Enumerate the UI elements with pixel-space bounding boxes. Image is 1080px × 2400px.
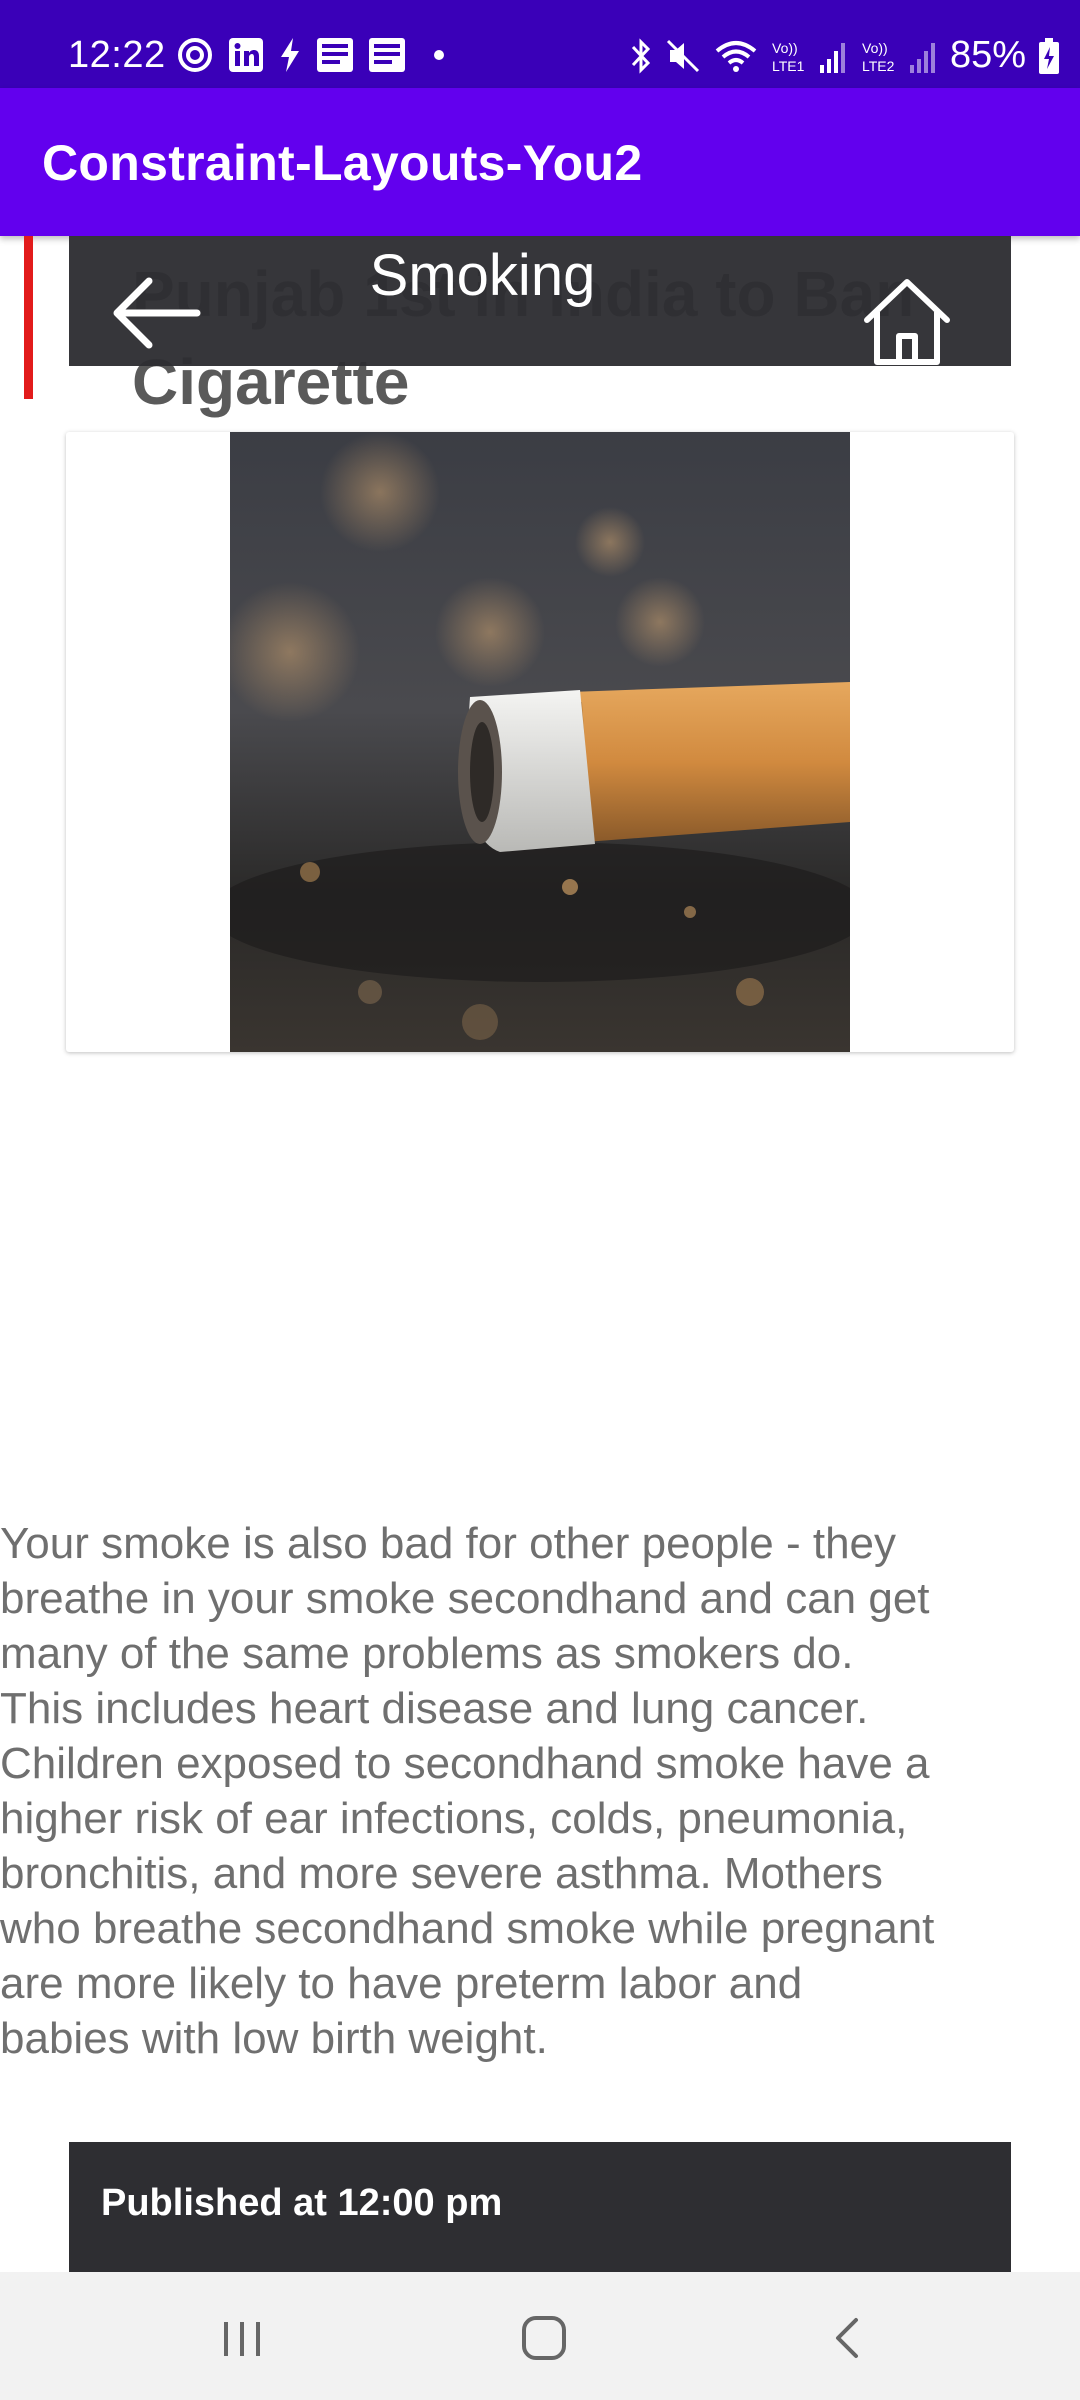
app-title: Constraint-Layouts-You2 [42, 135, 643, 191]
svg-text:Vo)): Vo)) [772, 40, 798, 56]
article-content[interactable]: Punjab 1st in India to Ban Cigarette Smo… [0, 236, 1080, 2272]
arrow-left-icon[interactable] [109, 273, 201, 353]
app-bar: Constraint-Layouts-You2 [0, 88, 1080, 236]
back-chevron-icon[interactable] [818, 2308, 878, 2368]
bolt-icon [281, 38, 299, 72]
signal-swirl-icon [178, 38, 212, 72]
svg-text:LTE1: LTE1 [772, 58, 805, 74]
headline-accent-line [24, 236, 33, 399]
lte2-signal-icon: Vo)) LTE2 [862, 40, 935, 74]
home-circle-icon[interactable] [514, 2308, 574, 2368]
home-icon[interactable] [861, 276, 953, 368]
svg-text:Vo)): Vo)) [862, 40, 888, 56]
dot-icon [434, 50, 444, 60]
status-system-icons: Vo)) LTE1 Vo)) LTE2 85% [628, 34, 1060, 77]
system-nav-bar [0, 2272, 1080, 2400]
article-body: Your smoke is also bad for other people … [0, 1519, 935, 2063]
linkedin-icon [229, 38, 263, 72]
image-card [66, 432, 1014, 1052]
battery-charging-icon [1039, 37, 1059, 74]
bluetooth-icon [631, 37, 651, 74]
news-icon [317, 38, 353, 72]
news-icon [369, 38, 405, 72]
status-notification-icons [176, 36, 446, 74]
mute-icon [666, 39, 699, 72]
published-label: Published at 12:00 pm [101, 2182, 503, 2224]
status-bar: 12:22 Vo)) LTE1 Vo)) LTE2 85% [0, 0, 1080, 88]
battery-percent: 85% [949, 34, 1026, 76]
article-toolbar: Smoking [69, 236, 1011, 366]
wifi-icon [715, 40, 757, 72]
svg-text:LTE2: LTE2 [862, 58, 895, 74]
status-time: 12:22 [68, 34, 166, 76]
lte1-signal-icon: Vo)) LTE1 [772, 40, 845, 74]
cigarette-photo [230, 432, 850, 1052]
recents-icon[interactable] [212, 2308, 272, 2368]
published-bar: Published at 12:00 pm [69, 2142, 1011, 2272]
